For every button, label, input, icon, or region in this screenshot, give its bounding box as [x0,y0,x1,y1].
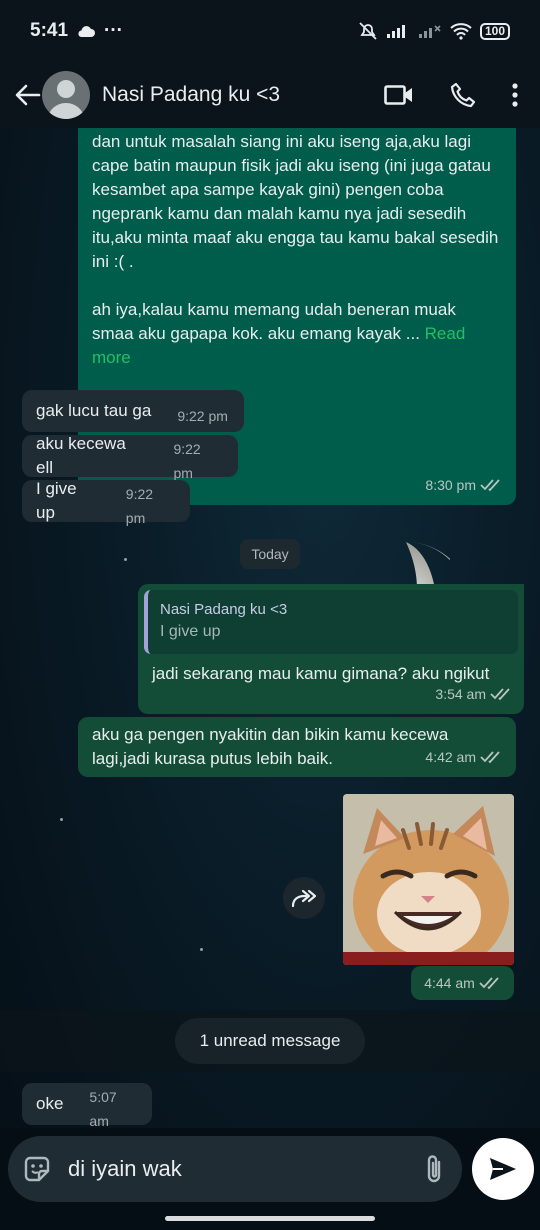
more-notifications-icon: ··· [104,20,124,41]
message-meta: 4:44 am [424,975,501,991]
status-time: 5:41 [30,20,69,41]
forward-icon [291,889,317,908]
message-text: aku kecewa ell [36,434,126,477]
unread-message-divider: 1 unread message [175,1018,365,1064]
message-meta: 3:54 am [435,682,512,706]
send-icon [490,1158,516,1180]
cloud-icon [78,26,96,37]
message-time: 4:42 am [425,749,476,765]
message-incoming[interactable]: I give up 9:22 pm [22,479,190,526]
signal-icon [386,25,405,38]
image-message-meta: 4:44 am [411,966,514,1000]
default-avatar-icon [48,80,84,119]
composer-area: di iyain wak [0,1128,540,1230]
image-message[interactable] [343,794,514,965]
status-bar: 5:41 ··· 100 [0,0,540,62]
message-time: 5:07 am [89,1089,117,1128]
message-meta: 4:42 am [425,745,502,769]
message-meta: 8:30 pm [425,473,502,497]
forward-button[interactable] [283,877,325,919]
wallpaper-star [200,948,203,951]
message-body: dan untuk masalah siang ini aku iseng aj… [92,132,499,343]
quoted-sender: Nasi Padang ku <3 [160,601,288,618]
double-check-icon [480,751,500,764]
message-time: 9:22 pm [125,486,154,526]
message-text: dan untuk masalah siang ini aku iseng aj… [92,130,502,370]
mute-bell-icon [359,22,377,40]
cat-photo [343,794,514,965]
chat-header: Nasi Padang ku <3 [0,62,540,128]
send-button[interactable] [472,1138,534,1200]
message-time: 3:54 am [435,686,486,702]
avatar[interactable] [42,71,90,119]
message-input-text[interactable]: di iyain wak [68,1156,424,1182]
message-time: 4:44 am [424,975,475,991]
double-check-icon [490,688,510,701]
video-call-icon[interactable] [384,84,414,106]
home-indicator[interactable] [165,1216,375,1221]
header-actions [384,82,540,108]
message-outgoing-reply[interactable]: Nasi Padang ku <3 I give up jadi sekaran… [138,584,524,714]
quoted-message[interactable]: Nasi Padang ku <3 I give up [144,590,518,654]
contact-name[interactable]: Nasi Padang ku <3 [102,83,280,107]
chat-area[interactable]: dan untuk masalah siang ini aku iseng aj… [0,128,540,1128]
attach-icon[interactable] [424,1154,444,1184]
wifi-icon [450,23,472,40]
date-divider: Today [240,539,300,569]
status-time-group: 5:41 ··· [30,20,123,42]
message-outgoing[interactable]: aku ga pengen nyakitin dan bikin kamu ke… [78,717,516,777]
sticker-icon[interactable] [22,1154,52,1184]
message-incoming[interactable]: gak lucu tau ga 9:22 pm [22,390,244,432]
status-icons: 100 [358,21,510,41]
wallpaper-star [124,558,127,561]
message-time: 9:22 pm [177,408,228,424]
message-text: gak lucu tau ga [36,401,152,420]
message-text: I give up [36,479,77,522]
battery-icon: 100 [479,22,510,40]
message-input[interactable]: di iyain wak [8,1136,462,1202]
double-check-icon [479,977,499,990]
message-time: 8:30 pm [425,477,476,493]
back-arrow-icon [15,84,41,106]
message-incoming[interactable]: oke 5:07 am [22,1083,152,1128]
voice-call-icon[interactable] [450,82,476,108]
more-options-icon[interactable] [512,83,518,107]
message-text: oke [36,1094,64,1113]
message-incoming[interactable]: aku kecewa ell 9:22 pm [22,434,238,481]
double-check-icon [480,479,500,492]
signal-2-icon [418,25,441,38]
quoted-text: I give up [160,623,221,640]
wallpaper-star [60,818,63,821]
message-time: 9:22 pm [173,441,201,481]
